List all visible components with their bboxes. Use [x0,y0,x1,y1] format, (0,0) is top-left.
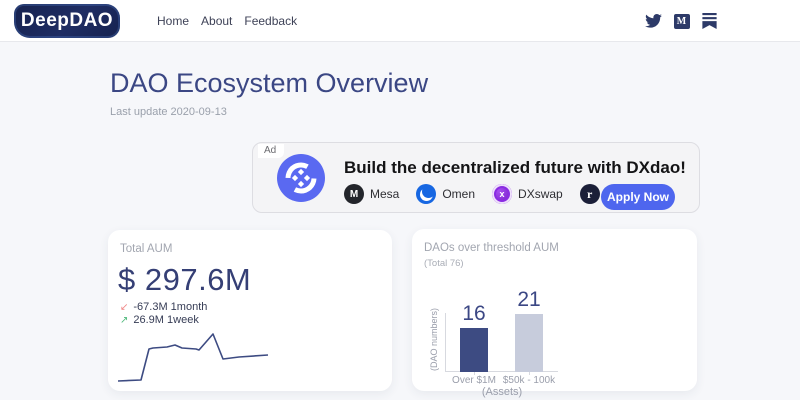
main-nav: Home About Feedback [157,0,297,42]
bar-chart-x-label: (Assets) [452,386,552,398]
partner-label: DXswap [518,187,563,201]
total-aum-title: Total AUM [120,243,172,255]
partner-label: Mesa [370,187,399,201]
last-update: Last update 2020-09-13 [110,106,227,118]
aum-delta-month-text: -67.3M 1month [133,301,207,313]
medium-icon[interactable]: M [673,13,690,30]
aum-delta-week-text: 26.9M 1week [133,314,198,326]
bar-chart-y-label: (DAO numbers) [429,313,439,371]
ad-partner-list: M Mesa Omen x DXswap r Rails [344,184,632,204]
ad-banner: Ad Build the decentralized future with D… [252,142,700,213]
threshold-subtitle: (Total 76) [424,258,464,269]
bar [460,328,488,372]
nav-link-home[interactable]: Home [157,14,189,28]
threshold-card: DAOs over threshold AUM (Total 76) (DAO … [412,229,697,391]
omen-icon [416,184,436,204]
aum-delta-week: ↗ 26.9M 1week [120,314,199,326]
bar [515,314,543,372]
ad-headline: Build the decentralized future with DXda… [344,158,686,178]
twitter-icon[interactable] [645,13,662,30]
bar-value: 21 [517,289,540,310]
bar-value: 16 [462,303,485,324]
total-aum-value: $ 297.6M [118,262,251,298]
aum-sparkline [118,330,270,385]
partner-mesa: M Mesa [344,184,399,204]
rails-icon: r [580,184,600,204]
bar-category-label: $50k - 100k [494,375,564,386]
page-title: DAO Ecosystem Overview [110,68,428,99]
bar-group-50k-100k: 21 [501,289,557,372]
dxdao-logo-icon [277,154,325,202]
nav-link-feedback[interactable]: Feedback [244,14,297,28]
threshold-title: DAOs over threshold AUM [424,242,559,254]
aum-sparkline-path [118,334,268,381]
partner-dxswap: x DXswap [492,184,563,204]
substack-icon[interactable] [701,13,718,30]
deepdao-logo[interactable]: DeepDAO [14,4,120,38]
bar-group-over-1m: 16 [446,303,502,372]
mesa-icon: M [344,184,364,204]
deepdao-logo-text: DeepDAO [21,10,113,32]
partner-label: Omen [442,187,475,201]
apply-now-button[interactable]: Apply Now [601,184,675,210]
aum-delta-month: ↙ -67.3M 1month [120,301,207,313]
arrow-up-icon: ↗ [120,315,128,326]
dxswap-icon: x [492,184,512,204]
arrow-down-icon: ↙ [120,302,128,313]
nav-link-about[interactable]: About [201,14,232,28]
social-links: M [645,0,718,42]
total-aum-card: Total AUM $ 297.6M ↙ -67.3M 1month ↗ 26.… [108,230,392,391]
partner-omen: Omen [416,184,475,204]
navbar: DeepDAO Home About Feedback M [0,0,800,42]
